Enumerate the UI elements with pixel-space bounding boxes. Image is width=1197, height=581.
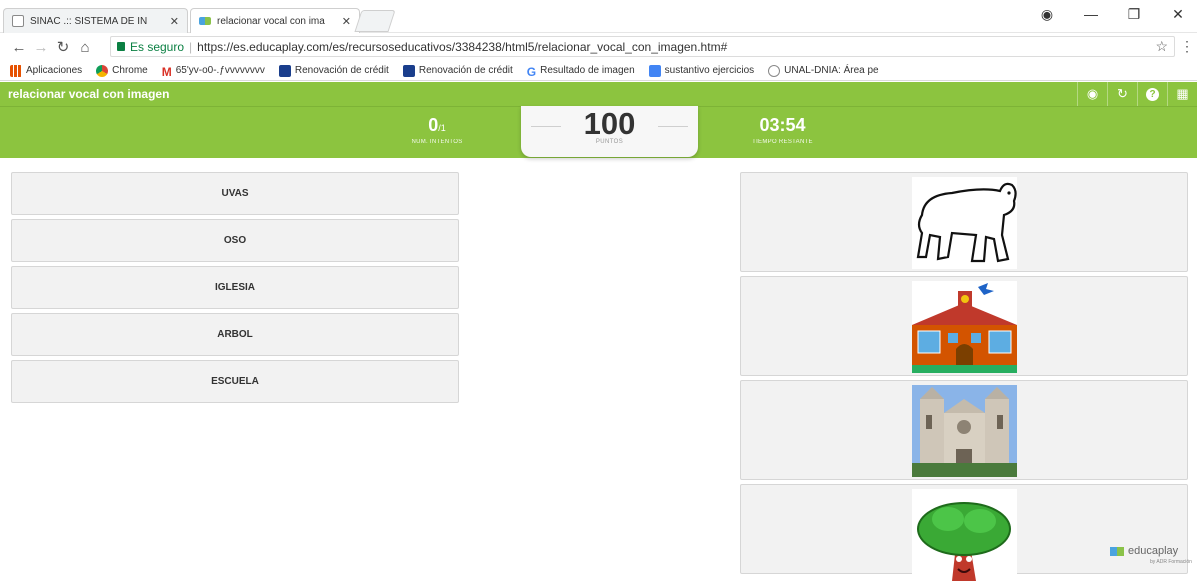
browser-tab-relacionar[interactable]: relacionar vocal con ima ✕ bbox=[190, 8, 360, 33]
activity-title: relacionar vocal con imagen bbox=[8, 87, 170, 101]
apps-icon bbox=[10, 64, 22, 77]
attempts-stat: 0/1 NUM. INTENTOS bbox=[392, 115, 482, 145]
bookmark-label: Renovación de crédit bbox=[294, 65, 389, 76]
divider bbox=[658, 126, 688, 127]
url-text: https://es.educaplay.com/es/recursoseduc… bbox=[197, 39, 728, 54]
image-card-tree[interactable] bbox=[740, 484, 1188, 581]
app-header: relacionar vocal con imagen ◉ ↻ ? ▦ bbox=[0, 82, 1197, 106]
time-label: TIEMPO RESTANTE bbox=[752, 139, 813, 145]
browser-menu-icon[interactable]: ⋮ bbox=[1180, 38, 1194, 55]
bookmark-item[interactable]: M 65'yv-o0-.ƒvvvvvvvv bbox=[161, 64, 265, 79]
bookmark-label: Chrome bbox=[112, 65, 148, 76]
close-icon[interactable]: ✕ bbox=[170, 15, 179, 28]
google-icon: G bbox=[526, 64, 537, 79]
image-card-church[interactable] bbox=[740, 380, 1188, 480]
bookmark-star-icon[interactable]: ☆ bbox=[1155, 38, 1168, 55]
new-tab-button[interactable] bbox=[354, 10, 396, 32]
bookmark-item[interactable]: sustantivo ejercicios bbox=[648, 64, 755, 77]
word-card-uvas[interactable]: UVAS bbox=[11, 172, 459, 215]
window-close-button[interactable]: ✕ bbox=[1163, 6, 1193, 23]
grid-icon[interactable]: ▦ bbox=[1167, 82, 1197, 106]
minimize-button[interactable]: — bbox=[1076, 6, 1106, 22]
bookmark-item[interactable]: UNAL-DNIA: Área pe bbox=[768, 64, 879, 77]
bookmark-item[interactable]: G Resultado de imagen bbox=[526, 64, 635, 79]
renovacion-icon bbox=[402, 64, 415, 77]
word-card-oso[interactable]: OSO bbox=[11, 219, 459, 262]
secure-label: Es seguro bbox=[130, 39, 185, 54]
page-icon bbox=[12, 15, 24, 27]
logo-subtext: by ADR Formación bbox=[1150, 559, 1192, 565]
chrome-icon bbox=[96, 64, 109, 77]
renovacion-icon bbox=[278, 64, 291, 77]
bookmarks-bar: Aplicaciones Chrome M 65'yv-o0-.ƒvvvvvvvv… bbox=[0, 61, 1197, 81]
restore-button[interactable]: ❐ bbox=[1119, 6, 1149, 23]
reload-icon[interactable]: ↻ bbox=[52, 38, 74, 56]
word-card-escuela[interactable]: ESCUELA bbox=[11, 360, 459, 403]
church-image bbox=[912, 385, 1017, 477]
logo-text: educaplay bbox=[1128, 545, 1179, 557]
gmail-icon: M bbox=[161, 64, 172, 79]
points-label: PUNTOS bbox=[595, 139, 624, 145]
time-value: 03:54 bbox=[759, 115, 806, 135]
back-arrow-icon[interactable]: ← bbox=[8, 39, 30, 56]
forward-arrow-icon[interactable]: → bbox=[30, 39, 52, 56]
bookmark-item[interactable]: Chrome bbox=[96, 64, 148, 77]
school-building-image bbox=[912, 281, 1017, 373]
url-input[interactable]: Es seguro | https://es.educaplay.com/es/… bbox=[110, 36, 1175, 57]
lock-icon bbox=[117, 42, 125, 51]
bookmark-label: 65'yv-o0-.ƒvvvvvvvv bbox=[175, 65, 265, 76]
points-card: 100 PUNTOS bbox=[521, 106, 698, 157]
help-icon[interactable]: ? bbox=[1137, 82, 1167, 106]
image-card-bear[interactable] bbox=[740, 172, 1188, 272]
gamepad-icon[interactable]: ◉ bbox=[1077, 82, 1107, 106]
tab-title: relacionar vocal con ima bbox=[217, 15, 325, 27]
bookmark-label: UNAL-DNIA: Área pe bbox=[784, 65, 879, 76]
word-card-iglesia[interactable]: IGLESIA bbox=[11, 266, 459, 309]
attempts-total: /1 bbox=[438, 123, 446, 133]
address-bar: ← → ↻ ⌂ Es seguro | https://es.educaplay… bbox=[0, 33, 1197, 61]
educaplay-logo-icon bbox=[1110, 546, 1124, 556]
word-card-arbol[interactable]: ARBOL bbox=[11, 313, 459, 356]
bookmark-label: sustantivo ejercicios bbox=[664, 65, 755, 76]
attempts-label: NUM. INTENTOS bbox=[411, 139, 463, 145]
polar-bear-image bbox=[912, 177, 1017, 269]
bookmark-label: Resultado de imagen bbox=[540, 65, 635, 76]
educaplay-favicon-icon bbox=[199, 17, 211, 25]
close-icon[interactable]: ✕ bbox=[342, 15, 351, 28]
home-icon[interactable]: ⌂ bbox=[74, 39, 96, 56]
image-card-school[interactable] bbox=[740, 276, 1188, 376]
educaplay-logo: educaplay by ADR Formación bbox=[1110, 545, 1192, 565]
header-actions: ◉ ↻ ? ▦ bbox=[1077, 82, 1197, 106]
refresh-icon[interactable]: ↻ bbox=[1107, 82, 1137, 106]
time-stat: 03:54 TIEMPO RESTANTE bbox=[735, 115, 830, 145]
browser-tab-strip: SINAC .:: SISTEMA DE IN ✕ relacionar voc… bbox=[0, 0, 1197, 33]
separator: | bbox=[189, 39, 193, 54]
points-value: 100 bbox=[583, 106, 636, 141]
browser-tab-sinac[interactable]: SINAC .:: SISTEMA DE IN ✕ bbox=[3, 8, 188, 33]
bookmark-item[interactable]: Renovación de crédit bbox=[278, 64, 389, 77]
tree-image bbox=[912, 489, 1017, 581]
bookmark-item[interactable]: Renovación de crédit bbox=[402, 64, 513, 77]
divider bbox=[531, 126, 561, 127]
attempts-value: 0 bbox=[428, 115, 439, 135]
bookmark-label: Aplicaciones bbox=[26, 65, 83, 76]
bookmark-item[interactable]: Aplicaciones bbox=[10, 64, 83, 77]
docs-icon bbox=[648, 64, 661, 77]
profile-icon[interactable]: ◉ bbox=[1032, 6, 1062, 23]
tab-title: SINAC .:: SISTEMA DE IN bbox=[30, 15, 148, 27]
bookmark-label: Renovación de crédit bbox=[418, 65, 513, 76]
unal-icon bbox=[768, 64, 781, 77]
